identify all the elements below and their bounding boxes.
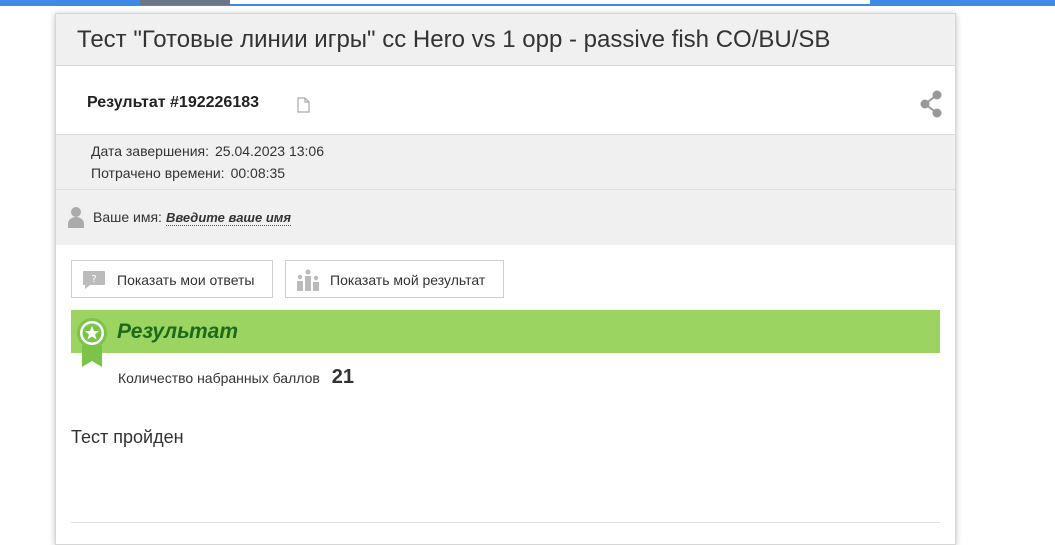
card-header: Тест "Готовые линии игры" cc Hero vs 1 o… <box>56 14 955 66</box>
show-answers-label: Показать мои ответы <box>117 272 255 288</box>
copy-icon[interactable] <box>296 97 310 113</box>
page-title: Тест "Готовые линии игры" cc Hero vs 1 o… <box>77 26 831 53</box>
top-strip <box>230 0 870 4</box>
name-label: Ваше имя: <box>93 209 162 225</box>
share-icon[interactable] <box>918 89 944 119</box>
banner-title: Результат <box>117 320 239 343</box>
result-title: Результат #192226183 <box>87 94 260 111</box>
svg-text:?: ? <box>91 274 96 285</box>
divider <box>71 522 940 523</box>
user-name-row: Ваше имя: Введите ваше имя <box>56 190 955 245</box>
score-value: 21 <box>331 366 355 388</box>
result-meta: Дата завершения: 25.04.2023 13:06 Потраче… <box>56 134 955 190</box>
answers-icon: ? <box>83 271 105 289</box>
ranking-icon <box>297 269 319 291</box>
show-answers-button[interactable]: ? Показать мои ответы <box>71 260 273 298</box>
test-status: Тест пройден <box>71 427 184 447</box>
show-result-label: Показать мой результат <box>330 272 486 288</box>
top-thumbnail <box>140 0 230 5</box>
show-result-button[interactable]: Показать мой результат <box>285 260 504 298</box>
completion-date-label: Дата завершения: <box>91 143 209 159</box>
result-row: Результат #192226183 <box>56 66 955 134</box>
result-banner: Результат <box>71 310 940 353</box>
score-line: Количество набранных баллов 21 <box>118 366 354 389</box>
time-spent-value: 00:08:35 <box>230 165 286 181</box>
completion-date-value: 25.04.2023 13:06 <box>215 143 324 159</box>
time-spent-label: Потрачено времени: <box>91 165 225 181</box>
name-input[interactable]: Введите ваше имя <box>166 210 292 226</box>
award-ribbon-icon <box>77 318 107 367</box>
score-label: Количество набранных баллов <box>118 370 320 386</box>
completion-date: Дата завершения: 25.04.2023 13:06 <box>91 143 324 159</box>
person-icon <box>68 207 84 228</box>
browser-top-bar <box>0 0 1055 6</box>
time-spent: Потрачено времени: 00:08:35 <box>91 165 285 181</box>
result-card: Тест "Готовые линии игры" cc Hero vs 1 o… <box>55 13 956 545</box>
